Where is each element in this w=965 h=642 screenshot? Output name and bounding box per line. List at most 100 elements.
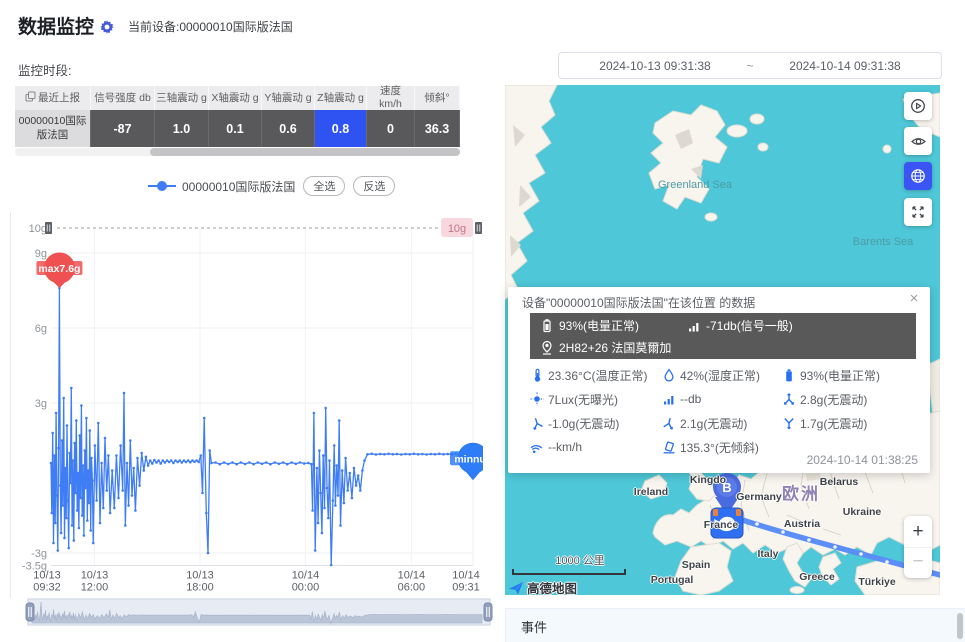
monitor-period-label: 监控时段:: [18, 60, 71, 79]
metric-speed: --km/h: [530, 435, 662, 459]
viby-value-cell[interactable]: 0.6: [262, 110, 315, 147]
table-scrollbar-thumb[interactable]: [150, 148, 460, 156]
summary-location: 2H82+26 法国莫爾加: [540, 339, 671, 356]
svg-text:-3g: -3g: [31, 548, 47, 560]
device-name-cell[interactable]: 00000010国际版法国: [15, 110, 91, 147]
metric-temperature: 23.36°C(温度正常): [530, 363, 662, 387]
vibration-line-chart[interactable]: 10g9g6g3g-3g-3.5g10g10/1309:3210/1312:00…: [11, 212, 483, 598]
invert-select-button[interactable]: 反选: [353, 176, 395, 196]
vehicle-mirror-left: [713, 509, 718, 516]
vibz-value-cell-selected[interactable]: 0.8: [315, 110, 367, 147]
col-header-vib3: 三轴震动 g: [155, 86, 209, 110]
vibration-z-icon: [782, 416, 796, 430]
current-device-label: 当前设备:00000010国际版法国: [128, 18, 293, 35]
popup-summary-bar: 93%(电量正常) -71db(信号一般) 2H82+26 法国莫爾加: [530, 313, 916, 359]
col-header-vibz: Z轴震动 g: [315, 86, 367, 110]
zoom-in-button[interactable]: +: [904, 516, 932, 547]
svg-text:10/1318:00: 10/1318:00: [186, 570, 214, 594]
popup-timestamp: 2024-10-14 01:38:25: [807, 453, 918, 467]
vibx-value-cell[interactable]: 0.1: [209, 110, 262, 147]
col-header-viby: Y轴震动 g: [262, 86, 315, 110]
col-header-label: 最近上报: [38, 92, 80, 105]
vehicle-mirror-right: [736, 509, 741, 516]
battery-icon: [540, 318, 554, 333]
svg-text:10g: 10g: [29, 223, 47, 235]
battery-icon: [782, 368, 796, 383]
metric-vibration-y: 2.1g(无震动): [662, 411, 782, 435]
device-info-popup: 设备"00000010国际版法国"在该位置 的数据 × 93%(电量正常) -7…: [508, 287, 930, 473]
col-header-vibx: X轴震动 g: [209, 86, 262, 110]
svg-text:max7.6g: max7.6g: [38, 263, 80, 275]
vibration-y-icon: [662, 416, 676, 430]
legend-line-icon: [148, 185, 176, 187]
tilt-icon: [662, 440, 676, 454]
series-line: [51, 288, 473, 565]
map-scale-bar: [512, 569, 626, 575]
svg-text:10/1312:00: 10/1312:00: [81, 570, 109, 594]
datazoom-handle-left[interactable]: [26, 603, 34, 621]
svg-text:10/1309:32: 10/1309:32: [33, 570, 61, 594]
metric-tilt: 135.3°(无倾斜): [662, 435, 782, 459]
date-range-separator: ~: [730, 59, 770, 73]
end-datetime-input[interactable]: 2024-10-14 09:31:38: [770, 59, 920, 73]
thermometer-icon: [530, 368, 544, 383]
svg-text:10/1400:00: 10/1400:00: [292, 570, 320, 594]
vib3-value-cell[interactable]: 1.0: [155, 110, 209, 147]
zoom-out-button[interactable]: −: [904, 547, 932, 578]
amap-logo-text: 高德地图: [527, 578, 577, 597]
map-layers-button-active[interactable]: [904, 162, 932, 190]
legend-series-label[interactable]: 00000010国际版法国: [182, 178, 295, 195]
metric-light: 7Lux(无曝光): [530, 387, 662, 411]
speed-icon: [530, 440, 544, 454]
signal-value-cell[interactable]: -87: [91, 110, 155, 147]
svg-text:10/1406:00: 10/1406:00: [398, 570, 426, 594]
signal-icon: [662, 392, 676, 406]
vibration-x-icon: [530, 416, 544, 430]
map-fullscreen-button[interactable]: [904, 198, 932, 226]
svg-text:10g: 10g: [448, 223, 466, 235]
col-header-signal: 信号强度 db: [91, 86, 155, 110]
map-play-button[interactable]: [904, 92, 932, 120]
signal-icon: [687, 319, 701, 333]
metric-vibration-3axis: 2.8g(无震动): [782, 387, 916, 411]
col-header-last-report: 最近上报: [15, 86, 91, 110]
svg-text:minnull: minnull: [454, 453, 483, 465]
copy-icon: [25, 91, 36, 106]
chart-legend: 00000010国际版法国 全选 反选: [148, 176, 395, 196]
svg-text:6g: 6g: [35, 323, 47, 335]
datazoom-slider[interactable]: [24, 597, 494, 633]
humidity-icon: [662, 368, 676, 382]
summary-battery: 93%(电量正常): [540, 317, 639, 334]
markline-handle[interactable]: [475, 222, 482, 234]
datazoom-handle-right[interactable]: [484, 603, 492, 621]
events-scrollbar-thumb[interactable]: [957, 613, 963, 639]
select-all-button[interactable]: 全选: [303, 176, 345, 196]
metric-vibration-z: 1.7g(无震动): [782, 411, 916, 435]
location-pin-icon: [540, 340, 554, 355]
start-datetime-input[interactable]: 2024-10-13 09:31:38: [580, 59, 730, 73]
tilt-value-cell[interactable]: 36.3: [415, 110, 460, 147]
speed-value-cell[interactable]: 0: [367, 110, 415, 147]
vibration-3axis-icon: [782, 392, 796, 406]
metric-battery: 93%(电量正常): [782, 363, 916, 387]
light-icon: [530, 392, 544, 406]
map-visibility-button[interactable]: [904, 127, 932, 155]
svg-text:10/1409:31: 10/1409:31: [452, 570, 480, 594]
popup-metrics-grid: 23.36°C(温度正常) 42%(湿度正常) 93%(电量正常) 7Lux(无…: [530, 363, 916, 459]
device-metrics-table: 最近上报 信号强度 db 三轴震动 g X轴震动 g Y轴震动 g Z轴震动 g…: [15, 86, 460, 147]
map-zoom-control: + −: [904, 516, 932, 578]
vehicle-marker[interactable]: [711, 508, 743, 538]
markline-handle[interactable]: [45, 222, 52, 234]
min-markpoint[interactable]: minnull: [450, 443, 483, 481]
amap-logo[interactable]: 高德地图: [508, 578, 577, 597]
close-icon[interactable]: ×: [906, 291, 922, 307]
svg-text:3g: 3g: [35, 398, 47, 410]
date-range-picker[interactable]: 2024-10-13 09:31:38 ~ 2024-10-14 09:31:3…: [558, 52, 942, 79]
data-monitor-page: 数据监控 当前设备:00000010国际版法国 监控时段: 最近上报 信号强度 …: [0, 0, 965, 642]
page-title: 数据监控: [18, 12, 94, 39]
vibration-chart-container: 10g9g6g3g-3g-3.5g10g10/1309:3210/1312:00…: [10, 212, 483, 598]
metric-signal: --db: [662, 387, 782, 411]
settings-gear-icon[interactable]: [99, 19, 115, 35]
point-b-letter: B: [722, 480, 731, 495]
svg-text:9g: 9g: [35, 248, 47, 260]
